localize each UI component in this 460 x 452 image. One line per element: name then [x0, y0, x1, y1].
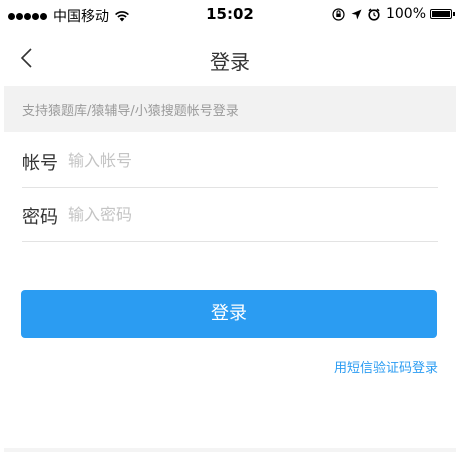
login-screen: 中国移动 15:02 100% 登录 支持猿题库/猿辅导/小猿搜题帐号登录 帐号… — [4, 0, 456, 452]
bottom-divider — [4, 448, 456, 452]
location-arrow-icon — [351, 9, 362, 20]
navigation-bar: 登录 — [4, 30, 456, 86]
page-title: 登录 — [210, 50, 250, 74]
battery-icon — [430, 9, 455, 19]
account-input[interactable] — [68, 144, 428, 176]
sms-login-link[interactable]: 用短信验证码登录 — [334, 357, 438, 376]
hint-text: 支持猿题库/猿辅导/小猿搜题帐号登录 — [22, 104, 239, 119]
alarm-icon — [368, 7, 380, 21]
login-button[interactable]: 登录 — [21, 290, 437, 338]
orientation-lock-icon — [332, 7, 345, 21]
hint-banner: 支持猿题库/猿辅导/小猿搜题帐号登录 — [4, 86, 456, 132]
account-row: 帐号 — [22, 134, 438, 188]
password-input[interactable] — [68, 198, 428, 230]
account-label: 帐号 — [22, 153, 58, 174]
status-right: 100% — [332, 6, 455, 22]
status-bar: 中国移动 15:02 100% — [4, 0, 456, 28]
password-label: 密码 — [22, 207, 58, 228]
battery-percentage: 100% — [385, 6, 426, 22]
password-row: 密码 — [22, 188, 438, 242]
